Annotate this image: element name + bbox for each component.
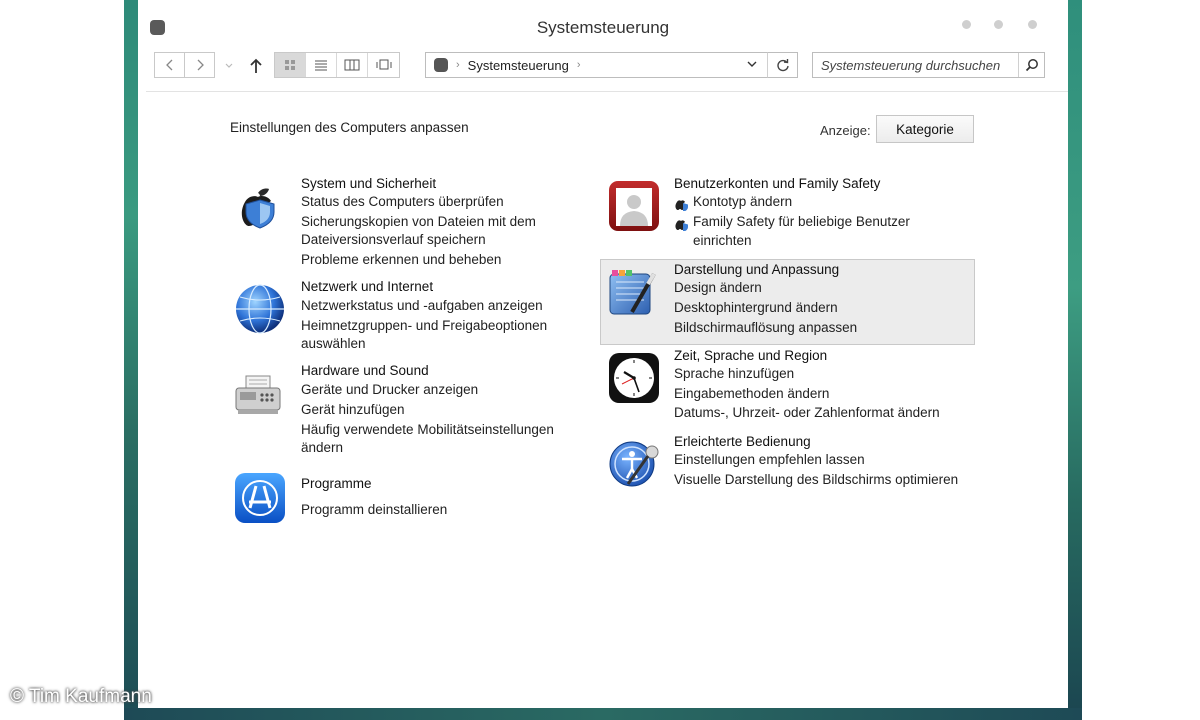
category-link[interactable]: Design ändern — [674, 280, 762, 295]
category-title[interactable]: Darstellung und Anpassung — [674, 262, 839, 277]
app-store-icon — [235, 473, 285, 523]
view-coverflow-button[interactable] — [368, 53, 399, 77]
user-account-icon — [609, 181, 659, 231]
category-link[interactable]: Gerät hinzufügen — [301, 402, 405, 417]
coverflow-icon — [376, 59, 391, 70]
chevron-down-icon — [225, 63, 233, 68]
category-link-label: Family Safety für beliebige Benutzer — [693, 214, 910, 229]
desktop-wallpaper-right — [1068, 0, 1082, 720]
toolbar: › Systemsteuerung › Systemsteuerung durc… — [138, 52, 1068, 82]
category-link[interactable]: Eingabemethoden ändern — [674, 386, 829, 401]
apple-mini-icon — [675, 220, 688, 231]
category-link[interactable]: auswählen — [301, 336, 366, 351]
category-link[interactable]: Sicherungskopien von Dateien mit dem — [301, 214, 536, 229]
breadcrumb-separator-icon[interactable]: › — [577, 59, 581, 71]
recent-locations-button[interactable] — [222, 54, 236, 78]
category-title[interactable]: System und Sicherheit — [301, 176, 436, 191]
view-columns-button[interactable] — [337, 53, 368, 77]
control-panel-icon — [434, 58, 448, 72]
accessibility-icon — [609, 441, 659, 487]
search-box[interactable]: Systemsteuerung durchsuchen — [812, 52, 1045, 78]
address-bar[interactable]: › Systemsteuerung › — [425, 52, 798, 78]
search-icon — [1025, 59, 1038, 72]
desktop-wallpaper-bottom — [124, 708, 1082, 720]
minimize-dot[interactable] — [962, 20, 971, 29]
category-title[interactable]: Zeit, Sprache und Region — [674, 348, 827, 363]
category-link[interactable]: Einstellungen empfehlen lassen — [674, 452, 865, 467]
control-panel-window: Systemsteuerung › Systemsteuerung › Syst… — [138, 0, 1068, 708]
window-title: Systemsteuerung — [536, 18, 670, 37]
category-title[interactable]: Benutzerkonten und Family Safety — [674, 176, 880, 191]
refresh-icon — [776, 59, 789, 72]
design-palette-icon — [609, 270, 656, 315]
category-link[interactable]: Datums-, Uhrzeit- oder Zahlenformat ände… — [674, 405, 940, 420]
category-title[interactable]: Erleichterte Bedienung — [674, 434, 811, 449]
category-link[interactable]: Probleme erkennen und beheben — [301, 252, 501, 267]
category-link[interactable]: Dateiversionsverlauf speichern — [301, 232, 486, 247]
maximize-dot[interactable] — [994, 20, 1003, 29]
icon-grid-icon — [285, 60, 295, 70]
category-link[interactable]: Status des Computers überprüfen — [301, 194, 504, 209]
forward-button[interactable] — [184, 52, 215, 78]
globe-network-icon — [236, 284, 284, 334]
category-title[interactable]: Hardware und Sound — [301, 363, 429, 378]
breadcrumb-item[interactable]: Systemsteuerung — [468, 58, 569, 73]
back-button[interactable] — [154, 52, 185, 78]
category-link-label: Kontotyp ändern — [693, 194, 793, 209]
list-icon — [315, 60, 327, 71]
search-input[interactable]: Systemsteuerung durchsuchen — [813, 58, 1018, 73]
category-link[interactable]: Kontotyp ändern — [674, 194, 793, 211]
category-link[interactable]: Geräte und Drucker anzeigen — [301, 382, 478, 397]
chevron-right-icon — [197, 59, 204, 71]
category-link[interactable]: Family Safety für beliebige Benutzer — [674, 214, 910, 231]
desktop-wallpaper-left — [124, 0, 138, 720]
page-heading: Einstellungen des Computers anpassen — [230, 120, 469, 135]
category-link[interactable]: Heimnetzgruppen- und Freigabeoptionen — [301, 318, 547, 333]
view-by-select[interactable]: Kategorie — [876, 115, 974, 143]
fax-printer-icon — [235, 375, 281, 414]
view-list-button[interactable] — [306, 53, 337, 77]
search-button[interactable] — [1018, 53, 1044, 77]
copyright-watermark: © Tim Kaufmann — [10, 686, 152, 707]
category-title[interactable]: Programme — [301, 476, 372, 491]
category-link[interactable]: Desktophintergrund ändern — [674, 300, 838, 315]
category-title[interactable]: Netzwerk und Internet — [301, 279, 433, 294]
refresh-button[interactable] — [767, 52, 798, 78]
up-button[interactable] — [246, 54, 266, 78]
title-bar: Systemsteuerung — [138, 0, 1068, 50]
category-link[interactable]: Programm deinstallieren — [301, 502, 447, 517]
address-dropdown-icon[interactable] — [747, 57, 757, 71]
columns-icon — [344, 59, 360, 71]
category-link[interactable]: ändern — [301, 440, 343, 455]
chevron-left-icon — [165, 59, 172, 71]
category-link[interactable]: Netzwerkstatus und -aufgaben anzeigen — [301, 298, 543, 313]
breadcrumb-separator-icon: › — [456, 59, 460, 71]
apple-shield-icon — [241, 188, 275, 229]
apple-mini-icon — [675, 200, 688, 211]
arrow-up-icon — [250, 58, 262, 73]
category-link[interactable]: Sprache hinzufügen — [674, 366, 794, 381]
category-link[interactable]: Visuelle Darstellung des Bildschirms opt… — [674, 472, 958, 487]
close-dot[interactable] — [1028, 20, 1037, 29]
view-icons-button[interactable] — [275, 53, 306, 77]
view-by-label: Anzeige: — [820, 123, 871, 138]
view-mode-group — [274, 52, 400, 78]
category-link[interactable]: Häufig verwendete Mobilitätseinstellunge… — [301, 422, 554, 437]
category-link[interactable]: Bildschirmauflösung anpassen — [674, 320, 857, 335]
toolbar-divider — [146, 91, 1068, 92]
category-link[interactable]: einrichten — [693, 233, 752, 248]
clock-icon — [609, 353, 659, 403]
